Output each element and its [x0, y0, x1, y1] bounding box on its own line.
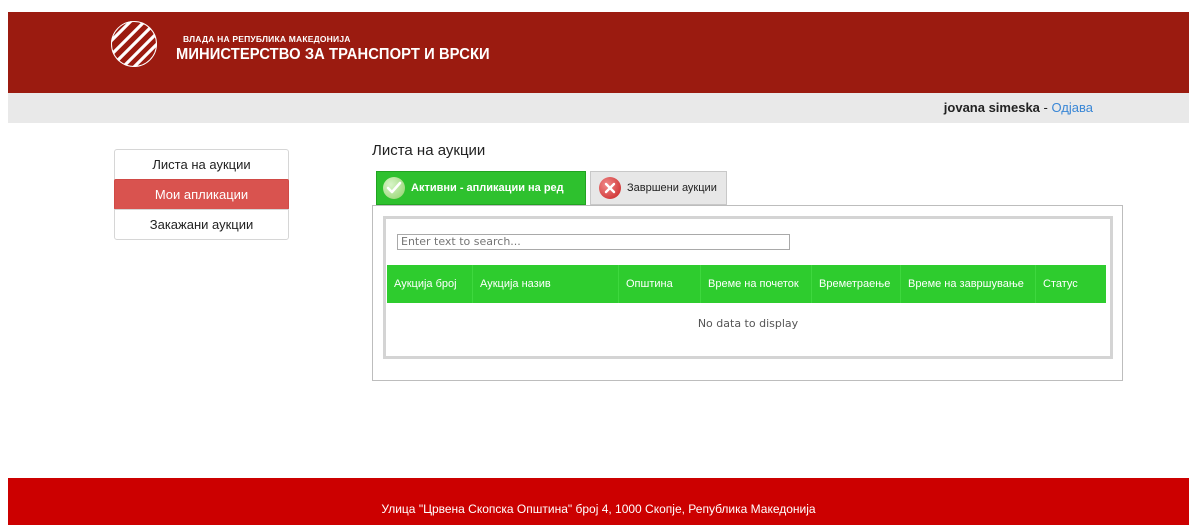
tab-finished-label: Завршени аукции: [627, 182, 717, 194]
user-info: jovana simeska - Одјава: [944, 100, 1093, 115]
column-duration[interactable]: Времетраење: [812, 265, 901, 303]
ministry-logo-icon[interactable]: [110, 20, 158, 68]
logout-link[interactable]: Одјава: [1051, 100, 1093, 115]
user-separator: -: [1039, 100, 1052, 115]
footer-address: Улица "Црвена Скопска Општина" број 4, 1…: [381, 502, 816, 516]
tab-active-applications[interactable]: Активни - апликации на ред: [376, 171, 586, 205]
column-end-time[interactable]: Време на завршување: [901, 265, 1036, 303]
sidebar-item-my-applications[interactable]: Мои апликации: [114, 179, 289, 210]
close-icon: [599, 177, 621, 199]
tab-panel: Аукција број Аукција назив Општина Време…: [372, 205, 1123, 381]
page-title: Листа на аукции: [372, 142, 486, 159]
sidebar-item-scheduled-auctions[interactable]: Закажани аукции: [114, 209, 289, 240]
username: jovana simeska: [943, 100, 1040, 115]
sidebar-item-auction-list[interactable]: Листа на аукции: [114, 149, 289, 180]
empty-message: No data to display: [697, 317, 799, 330]
check-icon: [383, 177, 405, 199]
column-municipality[interactable]: Општина: [619, 265, 701, 303]
search-input[interactable]: [397, 234, 790, 250]
sidebar-nav: Листа на аукции Мои апликации Закажани а…: [114, 149, 289, 240]
column-status[interactable]: Статус: [1036, 265, 1106, 303]
data-grid: Аукција број Аукција назив Општина Време…: [383, 216, 1113, 359]
tab-finished-auctions[interactable]: Завршени аукции: [590, 171, 727, 205]
table-header: Аукција број Аукција назив Општина Време…: [387, 265, 1106, 303]
user-bar: jovana simeska - Одјава: [8, 93, 1189, 123]
column-start-time[interactable]: Време на почеток: [701, 265, 812, 303]
top-strip: [8, 0, 1189, 12]
org-subtitle: ВЛАДА НА РЕПУБЛИКА МАКЕДОНИЈА: [183, 34, 351, 44]
column-auction-name[interactable]: Аукција назив: [473, 265, 619, 303]
column-auction-number[interactable]: Аукција број: [387, 265, 473, 303]
tab-active-label: Активни - апликации на ред: [411, 182, 564, 194]
footer: Улица "Црвена Скопска Општина" број 4, 1…: [8, 478, 1189, 525]
org-title: МИНИСТЕРСТВО ЗА ТРАНСПОРТ И ВРСКИ: [176, 46, 490, 63]
